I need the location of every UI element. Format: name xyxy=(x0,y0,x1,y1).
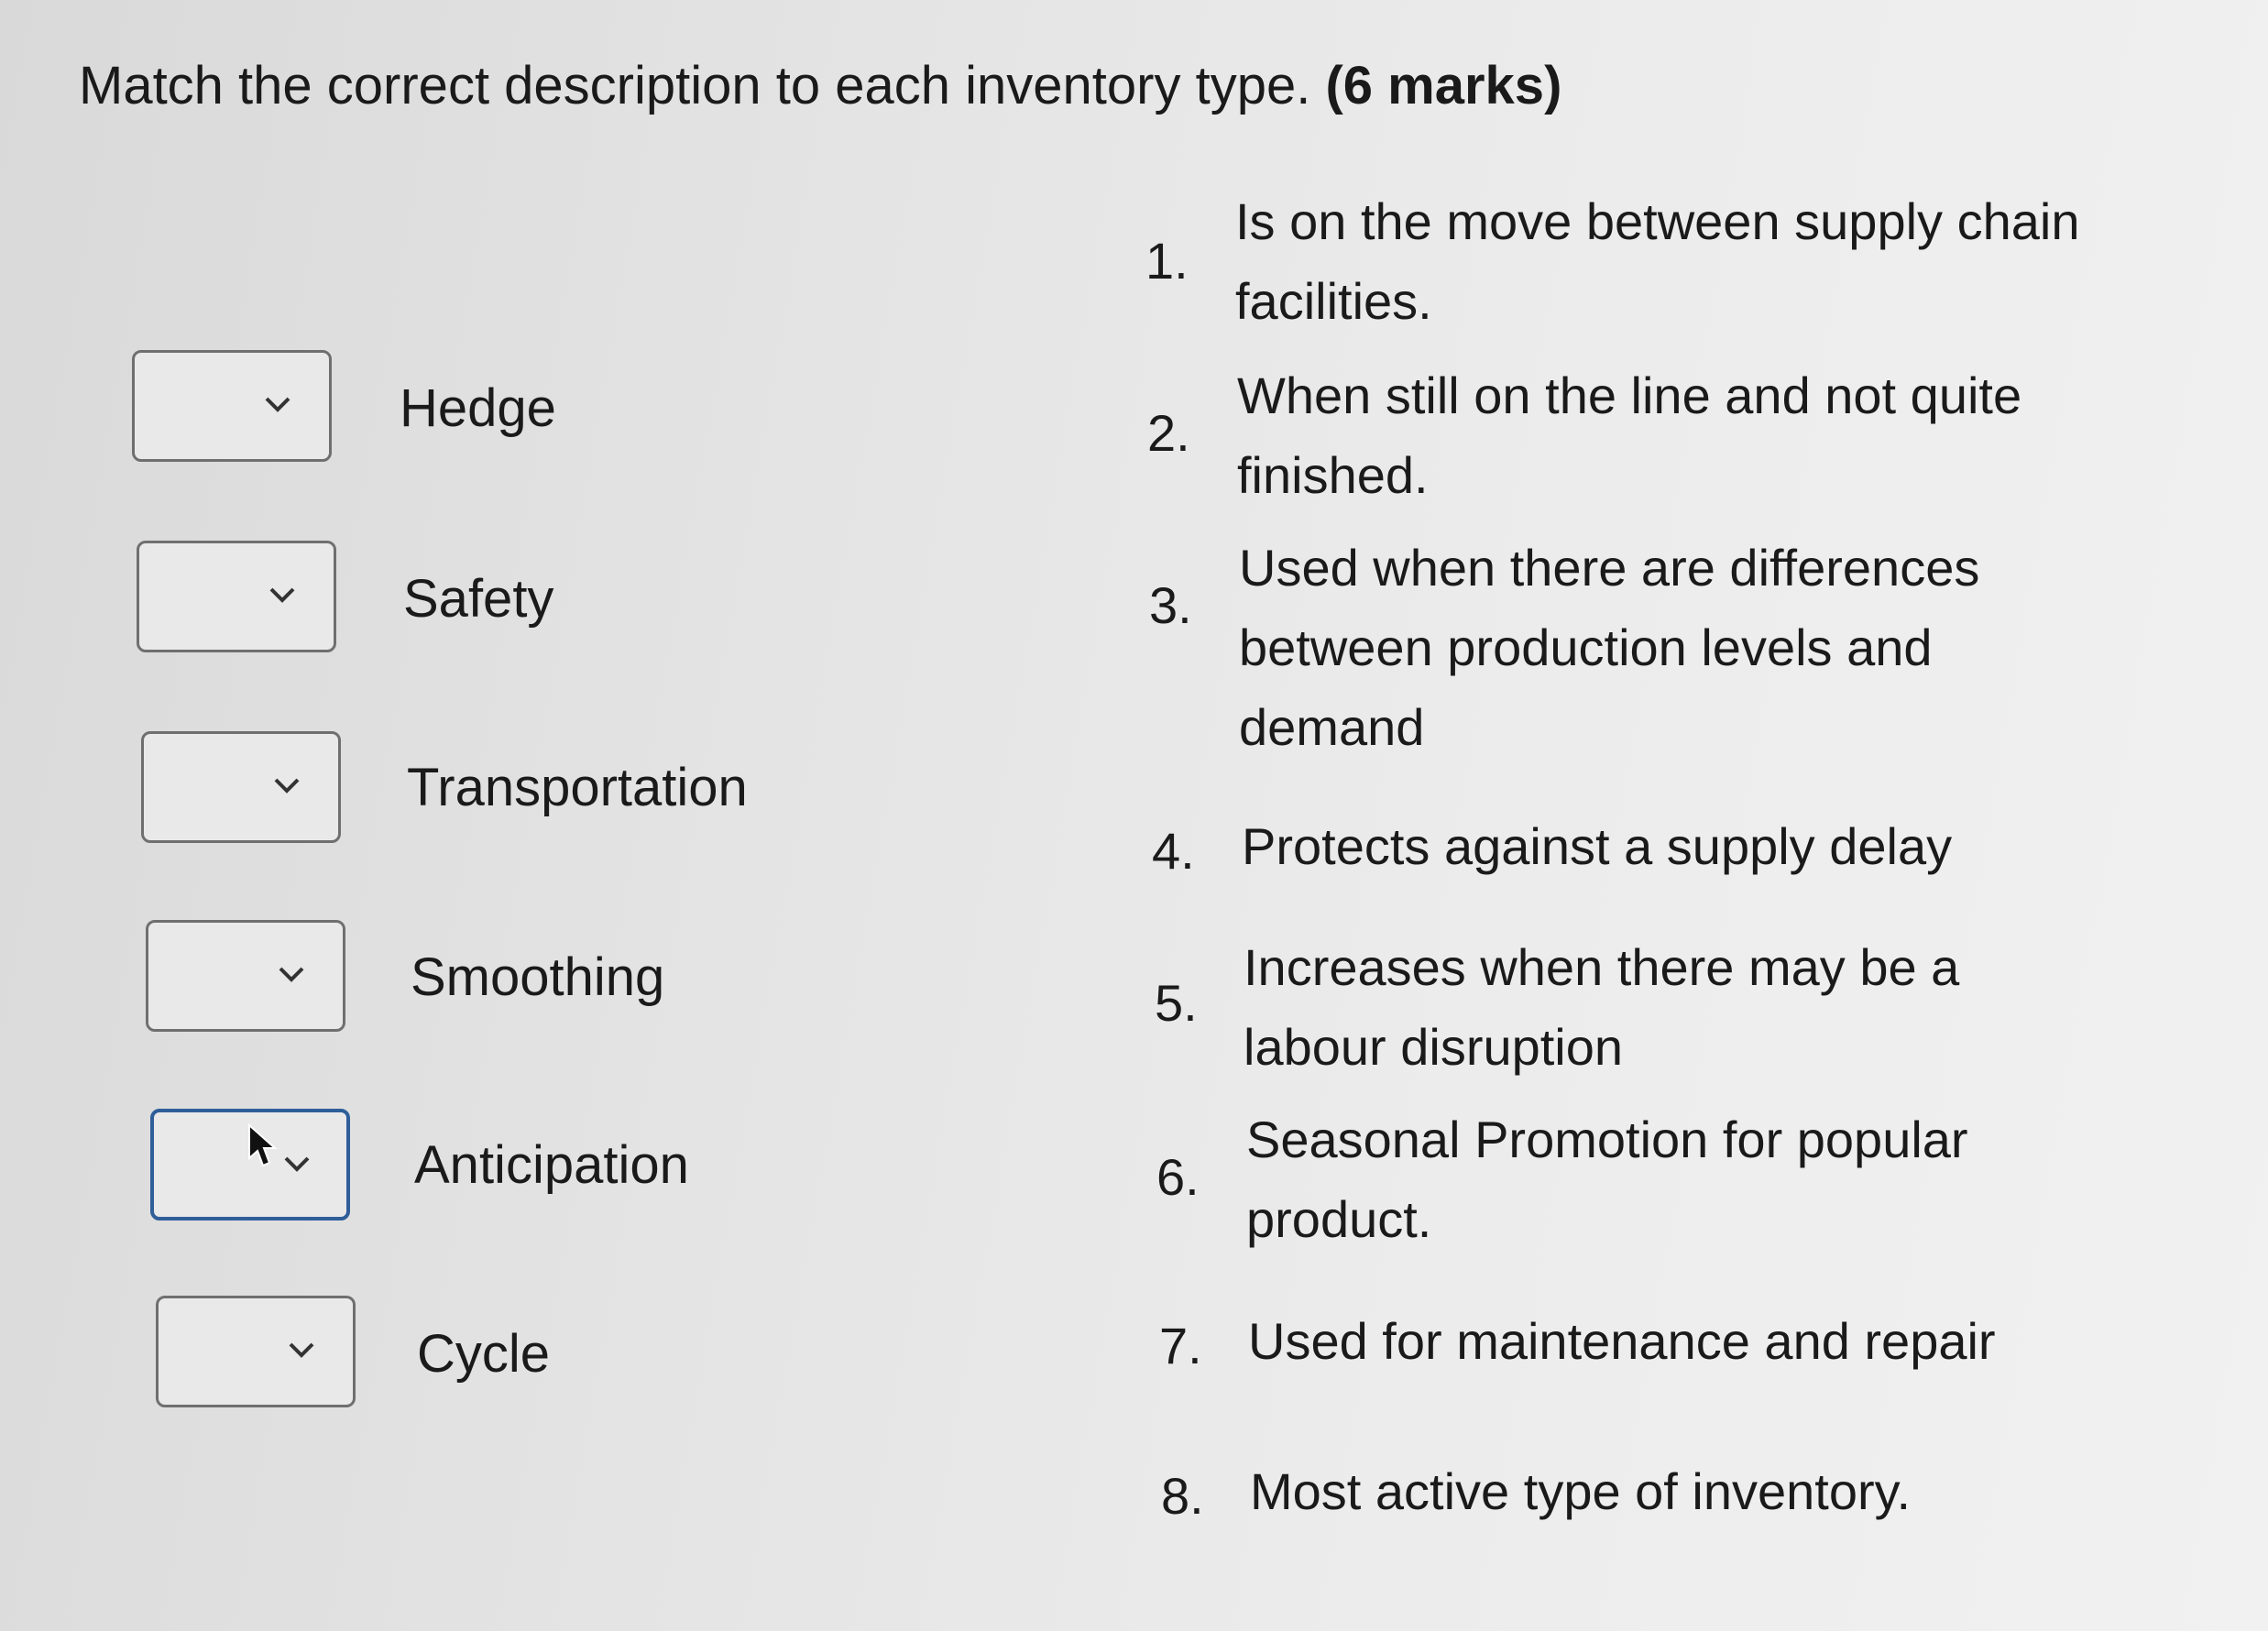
description-number: 1. xyxy=(1145,232,1189,290)
description-text: Seasonal Promotion for popular product. xyxy=(1246,1111,1968,1248)
description-number: 6. xyxy=(1156,1148,1200,1206)
chevron-down-icon xyxy=(279,967,304,982)
term-label-safety: Safety xyxy=(403,569,554,629)
description-text: Used for maintenance and repair xyxy=(1248,1312,1996,1370)
match-select-safety[interactable] xyxy=(137,541,336,652)
description-text: Most active type of inventory. xyxy=(1250,1462,1912,1520)
description-text: Is on the move between supply chain faci… xyxy=(1235,192,2080,330)
chevron-down-icon xyxy=(274,778,300,794)
chevron-down-icon xyxy=(269,587,295,603)
description-text: Increases when there may be a labour dis… xyxy=(1244,938,1960,1076)
term-label-smoothing: Smoothing xyxy=(411,947,665,1007)
description-number: 3. xyxy=(1149,576,1192,634)
description-number: 5. xyxy=(1155,974,1198,1032)
question-text: Match the correct description to each in… xyxy=(79,56,1311,115)
description-text: When still on the line and not quite fin… xyxy=(1237,367,2022,504)
term-label-transportation: Transportation xyxy=(407,758,748,817)
match-select-transportation[interactable] xyxy=(141,731,341,843)
match-select-cycle[interactable] xyxy=(156,1296,356,1407)
mouse-cursor-icon xyxy=(248,1123,278,1167)
description-text: Used when there are differences between … xyxy=(1239,539,1980,756)
chevron-down-icon xyxy=(265,397,290,412)
match-select-smoothing[interactable] xyxy=(146,920,345,1032)
chevron-down-icon xyxy=(284,1156,310,1172)
question-marks: (6 marks) xyxy=(1325,56,1562,115)
description-number: 2. xyxy=(1147,404,1190,462)
match-select-hedge[interactable] xyxy=(132,350,332,462)
description-number: 4. xyxy=(1152,822,1195,880)
term-label-anticipation: Anticipation xyxy=(414,1135,689,1195)
question-title: Match the correct description to each in… xyxy=(79,55,1561,116)
chevron-down-icon xyxy=(289,1342,314,1358)
description-number: 8. xyxy=(1161,1467,1204,1525)
term-label-hedge: Hedge xyxy=(400,378,556,438)
description-text: Protects against a supply delay xyxy=(1242,817,1953,875)
description-number: 7. xyxy=(1159,1317,1202,1374)
term-label-cycle: Cycle xyxy=(417,1324,551,1384)
